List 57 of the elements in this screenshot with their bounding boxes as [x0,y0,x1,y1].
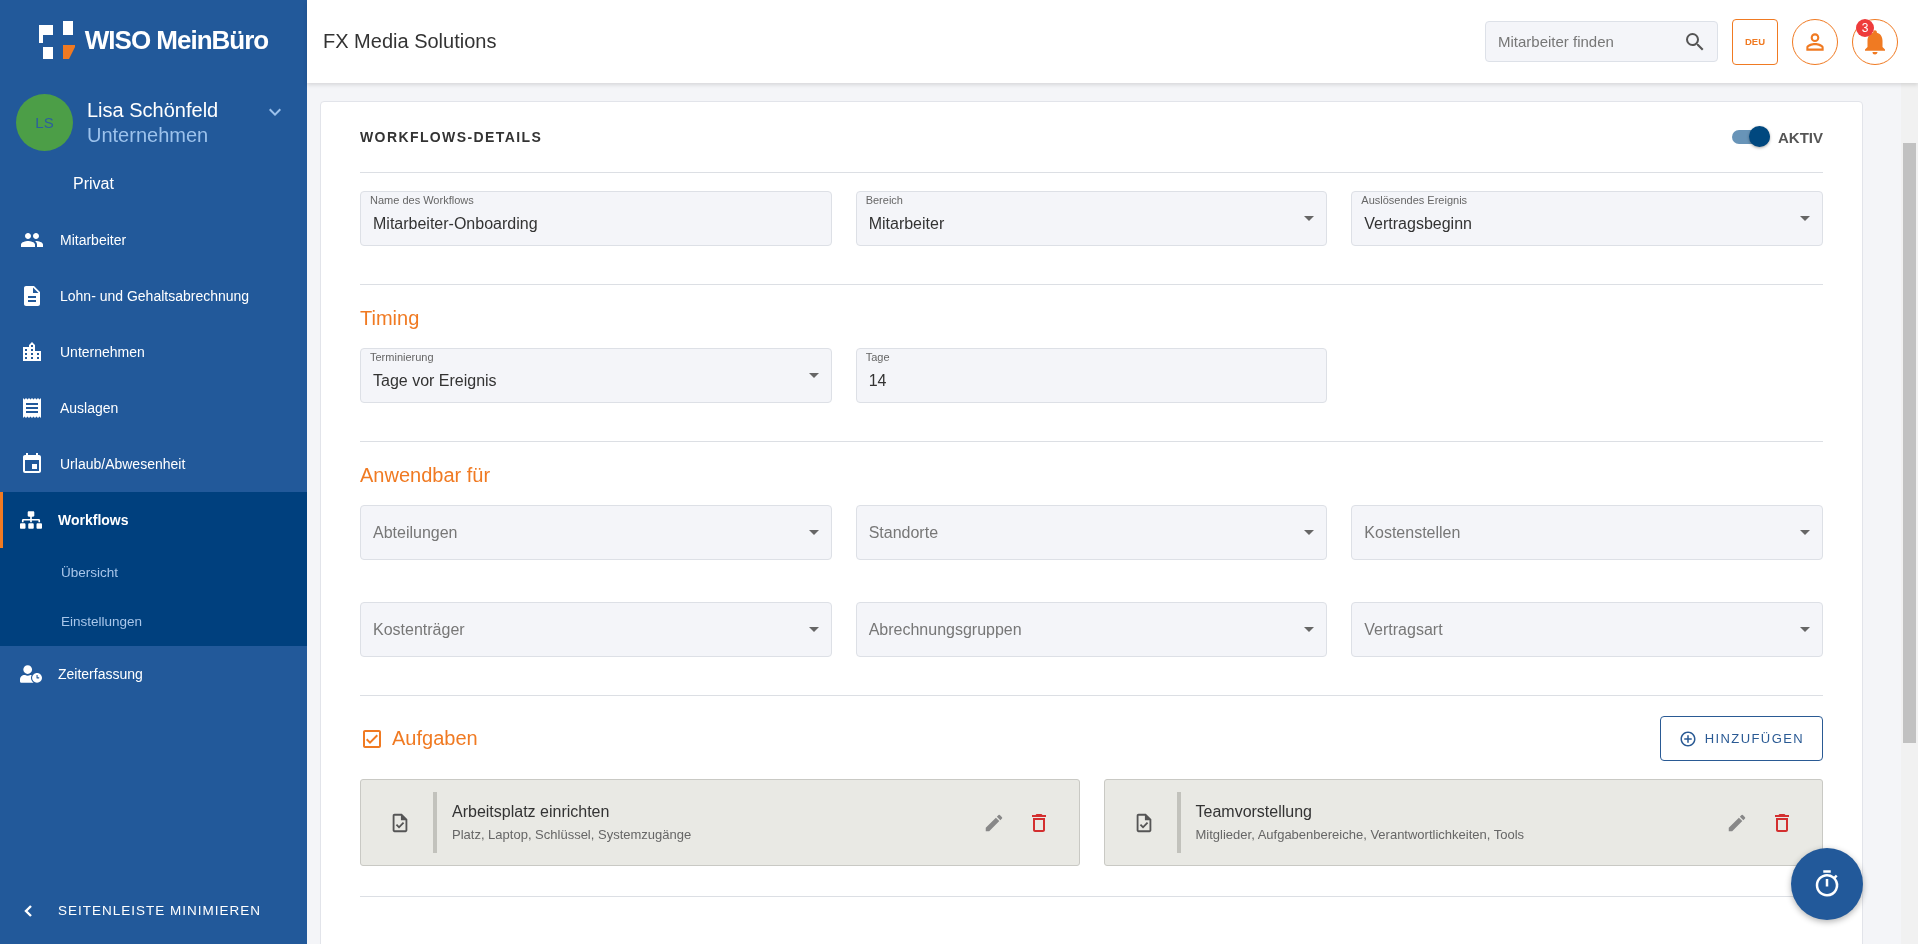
receipt-icon [20,396,44,420]
nav-item[interactable]: Zeiterfassung [0,646,307,702]
user-name: Lisa Schönfeld [87,98,219,122]
select-field[interactable]: Kostenträger [360,602,832,657]
scrollbar[interactable] [1901,83,1918,944]
dropdown-caret-icon [1800,216,1810,221]
text-field[interactable]: Name des Workflows Mitarbeiter-Onboarding [360,191,832,246]
logo-icon [38,21,77,59]
switch-label: AKTIV [1778,128,1823,146]
dropdown-caret-icon [1800,627,1810,632]
select-field[interactable]: Standorte [855,505,1328,560]
nav-item[interactable]: Auslagen [0,380,307,436]
notifications-button[interactable]: 3 [1852,18,1898,65]
sitemap-icon [20,509,42,531]
company-title: FX Media Solutions [323,30,498,53]
select-field[interactable]: Auslösendes Ereignis Vertragsbeginn [1351,191,1823,246]
section-title: Timing [360,307,421,330]
minimize-sidebar-button[interactable]: SEITENLEISTE MINIMIEREN [0,895,286,926]
nav-subitem[interactable]: Übersicht [0,548,307,597]
nav-item[interactable]: Lohn- und Gehaltsabrechnung [0,268,307,324]
calendar-icon [20,452,44,476]
dropdown-caret-icon [1800,530,1810,535]
select-field[interactable]: Abrechnungsgruppen [855,602,1328,657]
company-context: Unternehmen [87,123,209,147]
context-link[interactable]: Privat [73,175,114,193]
nav-subitem[interactable]: Einstellungen [0,597,307,646]
dropdown-caret-icon [1304,216,1315,221]
dropdown-caret-icon [1304,627,1315,632]
profile-button[interactable] [1792,18,1838,65]
task-title: Arbeitsplatz einrichten [452,803,610,821]
dropdown-caret-icon [1304,530,1315,535]
card-title: WORKFLOWS-DETAILS [360,129,543,145]
select-field[interactable]: Terminierung Tage vor Ereignis [360,348,832,403]
text-field[interactable]: Tage 14 [855,348,1328,403]
search-field[interactable]: Mitarbeiter finden [1485,21,1718,62]
section-title: Anwendbar für [360,464,492,487]
nav-item[interactable]: Unternehmen [0,324,307,380]
notification-count: 3 [1856,18,1874,37]
dropdown-caret-icon [808,530,819,535]
nav-item[interactable]: Mitarbeiter [0,212,307,268]
nav-item[interactable]: Urlaub/Abwesenheit [0,436,307,492]
buildings-icon [20,340,44,364]
task-title: Teamvorstellung [1195,803,1312,821]
dropdown-caret-icon [808,373,819,378]
task-description: Platz, Laptop, Schlüssel, Systemzugänge [452,827,692,842]
chevron-left-icon [24,904,32,917]
task-description: Mitglieder, Aufgabenbereiche, Verantwortlichkeiten, Tools [1195,827,1525,842]
avatar: LS [16,94,73,151]
select-field[interactable]: Bereich Mitarbeiter [855,191,1328,246]
add-button[interactable]: HINZUFÜGEN [1659,716,1823,761]
section-title: Aufgaben [392,727,478,750]
dropdown-caret-icon [808,627,819,632]
select-field[interactable]: Abteilungen [360,505,832,560]
select-field[interactable]: Vertragsart [1351,602,1823,657]
user-clock-icon [20,663,42,685]
logo-text: WISO MeinBüro [84,24,269,56]
select-field[interactable]: Kostenstellen [1351,505,1823,560]
